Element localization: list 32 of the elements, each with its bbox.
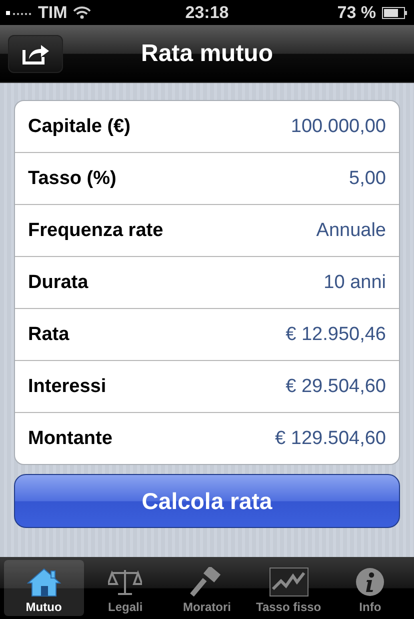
tab[interactable]: Info bbox=[330, 560, 410, 616]
battery-icon bbox=[382, 6, 408, 18]
info-icon bbox=[355, 567, 386, 597]
signal-icon bbox=[6, 10, 32, 16]
field-label: Tasso (%) bbox=[28, 168, 116, 190]
field-value[interactable]: € 12.950,46 bbox=[286, 324, 386, 346]
scales-icon bbox=[108, 567, 142, 597]
chart-icon bbox=[268, 567, 309, 597]
field-label: Interessi bbox=[28, 376, 106, 398]
tab[interactable]: Legali bbox=[86, 560, 166, 616]
field-value[interactable]: 10 anni bbox=[324, 272, 386, 294]
share-button[interactable] bbox=[8, 34, 63, 72]
tab[interactable]: Mutuo bbox=[4, 560, 84, 616]
home-icon bbox=[26, 567, 61, 597]
field-value[interactable]: Annuale bbox=[316, 220, 386, 242]
field-value[interactable]: € 129.504,60 bbox=[275, 428, 386, 450]
field-value[interactable]: € 29.504,60 bbox=[286, 376, 386, 398]
field-label: Frequenza rate bbox=[28, 220, 164, 242]
field-label: Montante bbox=[28, 428, 112, 450]
field-label: Rata bbox=[28, 324, 70, 346]
battery-percent: 73 % bbox=[337, 2, 376, 22]
wifi-icon bbox=[73, 6, 92, 19]
tab[interactable]: Moratori bbox=[167, 560, 247, 616]
field-label: Durata bbox=[28, 272, 88, 294]
status-time: 23:18 bbox=[184, 2, 230, 22]
tab[interactable]: Tasso fisso bbox=[248, 560, 328, 616]
carrier-name: TIM bbox=[38, 2, 68, 22]
field-value[interactable]: 5,00 bbox=[349, 168, 386, 190]
screen-title: Rata mutuo bbox=[141, 40, 273, 68]
calculate-button[interactable]: Calcola rata bbox=[14, 474, 400, 528]
field-label: Capitale (€) bbox=[28, 116, 130, 138]
field-value[interactable]: 100.000,00 bbox=[290, 116, 386, 138]
